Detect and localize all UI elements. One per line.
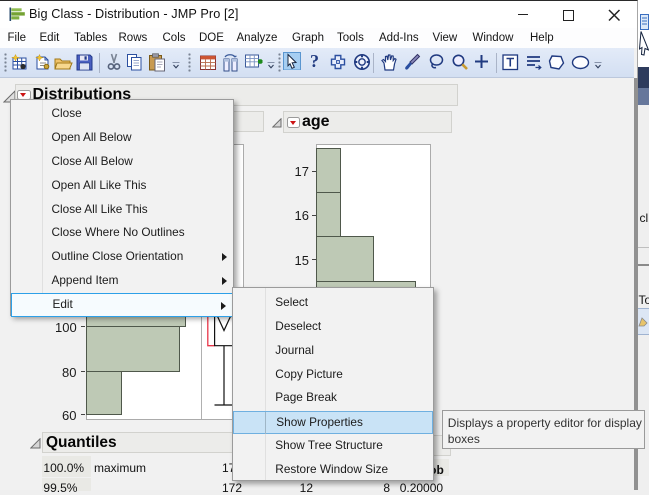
svg-text:?: ? <box>310 51 319 71</box>
